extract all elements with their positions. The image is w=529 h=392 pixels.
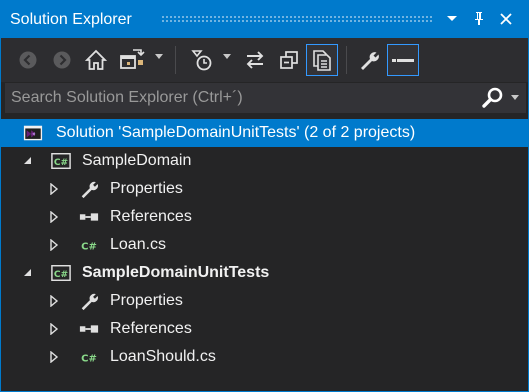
solution-icon	[23, 125, 43, 141]
csharp-file-icon: C#	[81, 242, 97, 253]
references-icon	[79, 213, 99, 221]
title-bar[interactable]: Solution Explorer	[1, 1, 528, 38]
sync-with-active-document-button[interactable]	[241, 44, 269, 76]
csharp-project-icon: C#	[51, 265, 71, 281]
csharp-project-icon: C#	[51, 153, 71, 169]
tree-item-project[interactable]: C# SampleDomain	[1, 147, 528, 175]
collapse-all-icon	[280, 51, 298, 69]
pending-changes-filter-icon	[191, 50, 212, 71]
title-grip[interactable]	[161, 15, 433, 22]
search-box	[5, 83, 526, 113]
back-button[interactable]	[15, 44, 41, 76]
show-all-files-icon	[313, 50, 331, 71]
collapsed-arrow-icon[interactable]	[48, 239, 60, 251]
csharp-file-icon: C#	[81, 354, 97, 365]
svg-text:C#: C#	[54, 158, 68, 168]
home-icon	[85, 49, 107, 70]
search-input[interactable]	[5, 84, 465, 112]
svg-text:C#: C#	[81, 354, 97, 365]
pin-icon[interactable]	[468, 8, 490, 30]
expanded-arrow-icon[interactable]	[22, 267, 34, 279]
tree-item-label: Loan.cs	[110, 236, 167, 253]
tree-item-file[interactable]: C# LoanShould.cs	[1, 343, 528, 371]
window-position-dropdown-icon[interactable]	[441, 8, 463, 30]
preview-selected-items-button[interactable]	[387, 44, 419, 76]
tree-item-references[interactable]: References	[1, 203, 528, 231]
wrench-icon	[81, 181, 98, 199]
expanded-arrow-icon[interactable]	[22, 155, 34, 167]
preview-selected-items-icon	[392, 59, 414, 62]
show-all-files-button[interactable]	[306, 44, 338, 76]
collapse-all-button[interactable]	[275, 44, 303, 76]
tree-item-label: LoanShould.cs	[110, 348, 216, 365]
tree-item-properties[interactable]: Properties	[1, 175, 528, 203]
collapsed-arrow-icon[interactable]	[48, 323, 60, 335]
tree-item-label: Properties	[110, 292, 183, 309]
close-icon[interactable]	[495, 8, 517, 30]
collapsed-arrow-icon[interactable]	[48, 295, 60, 307]
wrench-icon	[81, 293, 98, 311]
svg-text:C#: C#	[54, 270, 68, 280]
search-options-dropdown-icon[interactable]	[511, 95, 519, 100]
filter-dropdown-icon[interactable]	[223, 54, 231, 59]
switch-views-button[interactable]	[117, 44, 147, 76]
tree-item-properties[interactable]: Properties	[1, 287, 528, 315]
svg-text:C#: C#	[81, 242, 97, 253]
properties-button[interactable]	[355, 44, 383, 76]
tree-item-file[interactable]: C# Loan.cs	[1, 231, 528, 259]
tree-item-label: References	[110, 208, 192, 225]
pending-changes-filter-button[interactable]	[187, 44, 217, 76]
toolbar-separator	[175, 46, 176, 74]
sync-with-active-document-icon	[246, 51, 264, 69]
switch-views-icon	[120, 49, 145, 69]
tree-item-label: Properties	[110, 180, 183, 197]
properties-wrench-icon	[361, 52, 379, 70]
switch-views-dropdown-icon[interactable]	[155, 54, 163, 59]
tree-item-label: SampleDomainUnitTests	[82, 264, 270, 281]
home-button[interactable]	[83, 44, 109, 76]
back-icon	[19, 51, 37, 69]
collapsed-arrow-icon[interactable]	[48, 351, 60, 363]
toolbar-separator	[346, 46, 347, 74]
solution-explorer-window: Solution Explorer Search Solution Explor…	[0, 0, 529, 392]
forward-button[interactable]	[49, 44, 75, 76]
tree-item-label: Solution 'SampleDomainUnitTests' (2 of 2…	[56, 124, 416, 141]
references-icon	[79, 325, 99, 333]
tree-item-project[interactable]: C# SampleDomainUnitTests	[1, 259, 528, 287]
tree-item-label: SampleDomain	[82, 152, 192, 169]
forward-icon	[53, 51, 71, 69]
tree-item-references[interactable]: References	[1, 315, 528, 343]
collapsed-arrow-icon[interactable]	[48, 183, 60, 195]
tree-item-label: References	[110, 320, 192, 337]
search-icon[interactable]	[481, 86, 505, 110]
toolbar	[1, 38, 528, 82]
window-title: Solution Explorer	[10, 10, 132, 28]
tree-item-solution[interactable]: Solution 'SampleDomainUnitTests' (2 of 2…	[1, 119, 528, 147]
collapsed-arrow-icon[interactable]	[48, 211, 60, 223]
